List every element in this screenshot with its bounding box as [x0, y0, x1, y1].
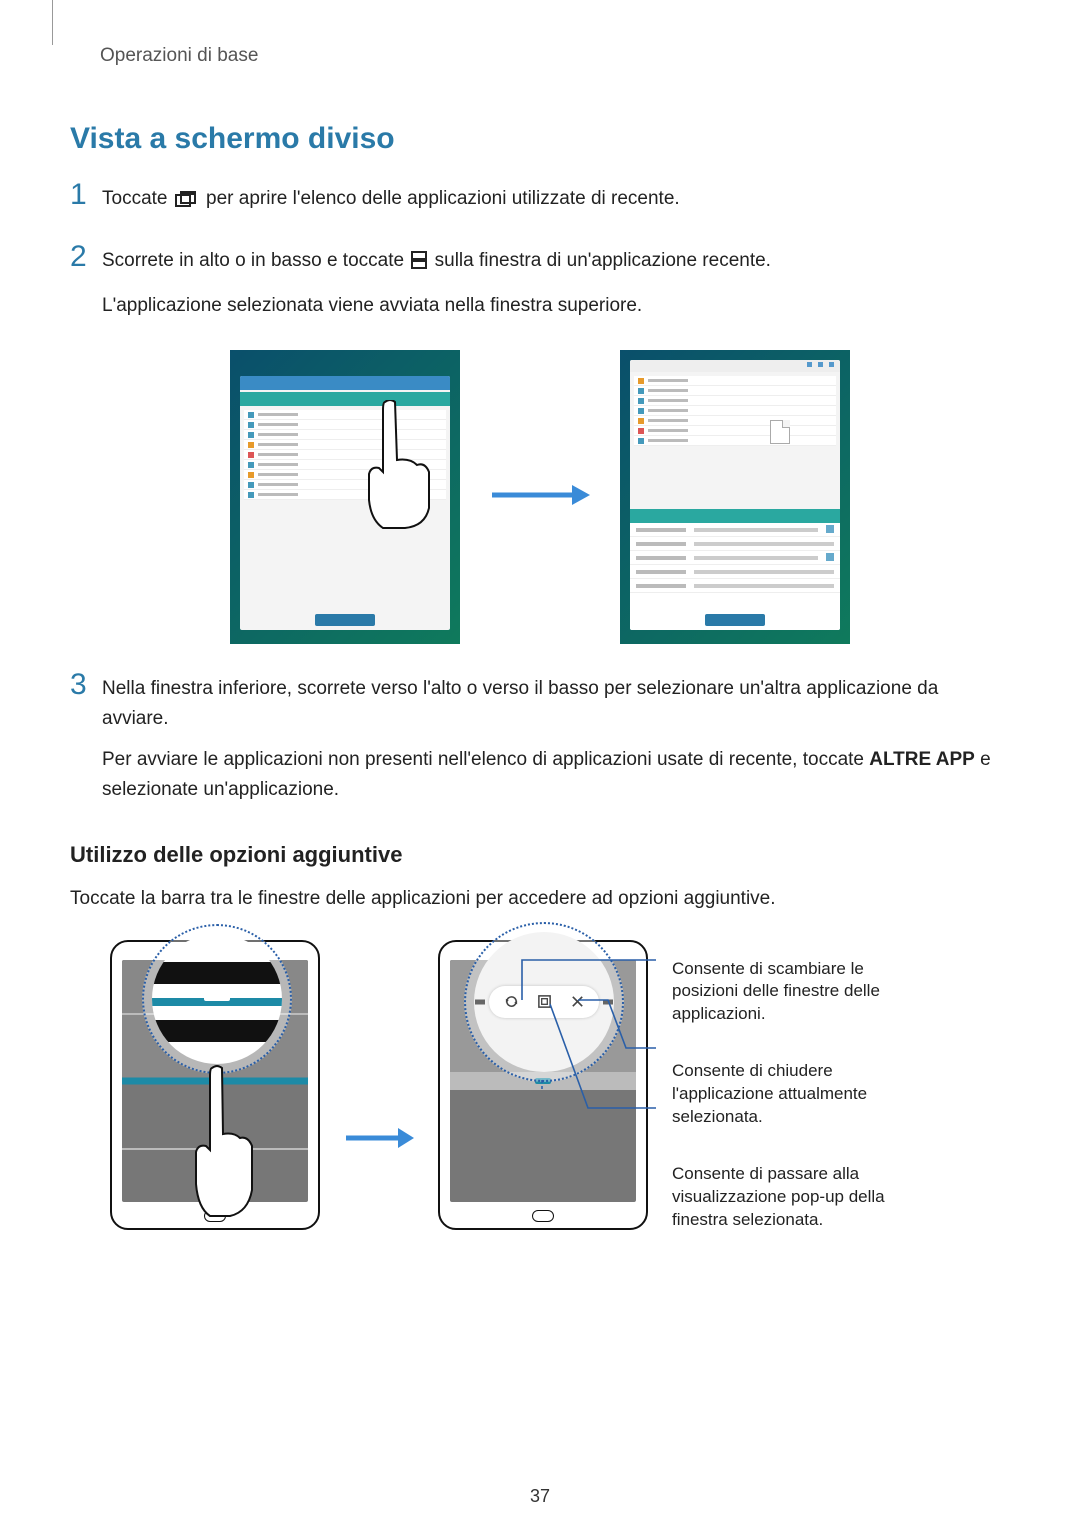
- arrow-right-icon: [344, 1125, 414, 1156]
- callouts: Consente di scambiare le posizioni delle…: [672, 940, 922, 1232]
- hand-gesture-icon: [190, 1062, 260, 1222]
- home-button-icon: [532, 1210, 554, 1222]
- screenshot-split-result: [620, 350, 850, 644]
- step-body: Nella finestra inferiore, scorrete verso…: [102, 674, 1010, 816]
- subsection-title: Utilizzo delle opzioni aggiuntive: [70, 842, 1010, 868]
- text: Scorrete in alto o in basso e toccate: [102, 250, 409, 271]
- figure-split-view: [70, 350, 1010, 644]
- recent-apps-icon: [175, 187, 199, 216]
- step-body: Toccate per aprire l'elenco delle applic…: [102, 184, 1010, 228]
- step-number: 1: [70, 180, 102, 210]
- screenshot-recent-apps: [230, 350, 460, 644]
- figure-options: Consente di scambiare le posizioni delle…: [70, 940, 1010, 1232]
- callout-popup: Consente di passare alla visualizzazione…: [672, 1163, 922, 1232]
- section-title: Vista a schermo diviso: [70, 122, 1010, 156]
- text: sulla finestra di un'applicazione recent…: [435, 250, 771, 271]
- step-1: 1 Toccate per aprire l'elenco delle appl…: [70, 184, 1010, 228]
- split-view-icon: [411, 249, 427, 278]
- callout-close: Consente di chiudere l'applicazione attu…: [672, 1060, 922, 1129]
- close-icon: [570, 994, 585, 1009]
- tablet-after: [438, 940, 648, 1230]
- breadcrumb: Operazioni di base: [100, 45, 1010, 67]
- page-number: 37: [530, 1486, 550, 1507]
- margin-rule: [52, 0, 53, 45]
- step-body: Scorrete in alto o in basso e toccate su…: [102, 246, 1010, 332]
- tablet-before: [110, 940, 320, 1230]
- text: Nella finestra inferiore, scorrete verso…: [102, 674, 1010, 733]
- step-number: 2: [70, 242, 102, 272]
- step-number: 3: [70, 670, 102, 700]
- zoom-bubble: [142, 924, 292, 1074]
- subsection-intro: Toccate la barra tra le finestre delle a…: [70, 884, 1010, 913]
- callout-swap: Consente di scambiare le posizioni delle…: [672, 958, 922, 1027]
- swap-icon: [504, 994, 519, 1009]
- step-2: 2 Scorrete in alto o in basso e toccate …: [70, 246, 1010, 332]
- emphasis: ALTRE APP: [869, 749, 975, 770]
- text: Per avviare le applicazioni non presenti…: [102, 749, 869, 770]
- hand-gesture-icon: [365, 400, 435, 530]
- text: Toccate: [102, 188, 173, 209]
- zoom-bubble: [464, 922, 624, 1082]
- arrow-right-icon: [490, 481, 590, 514]
- text: L'applicazione selezionata viene avviata…: [102, 291, 1010, 320]
- file-icon: [770, 420, 790, 444]
- step-3: 3 Nella finestra inferiore, scorrete ver…: [70, 674, 1010, 816]
- popup-view-icon: [537, 994, 552, 1009]
- text: per aprire l'elenco delle applicazioni u…: [206, 188, 680, 209]
